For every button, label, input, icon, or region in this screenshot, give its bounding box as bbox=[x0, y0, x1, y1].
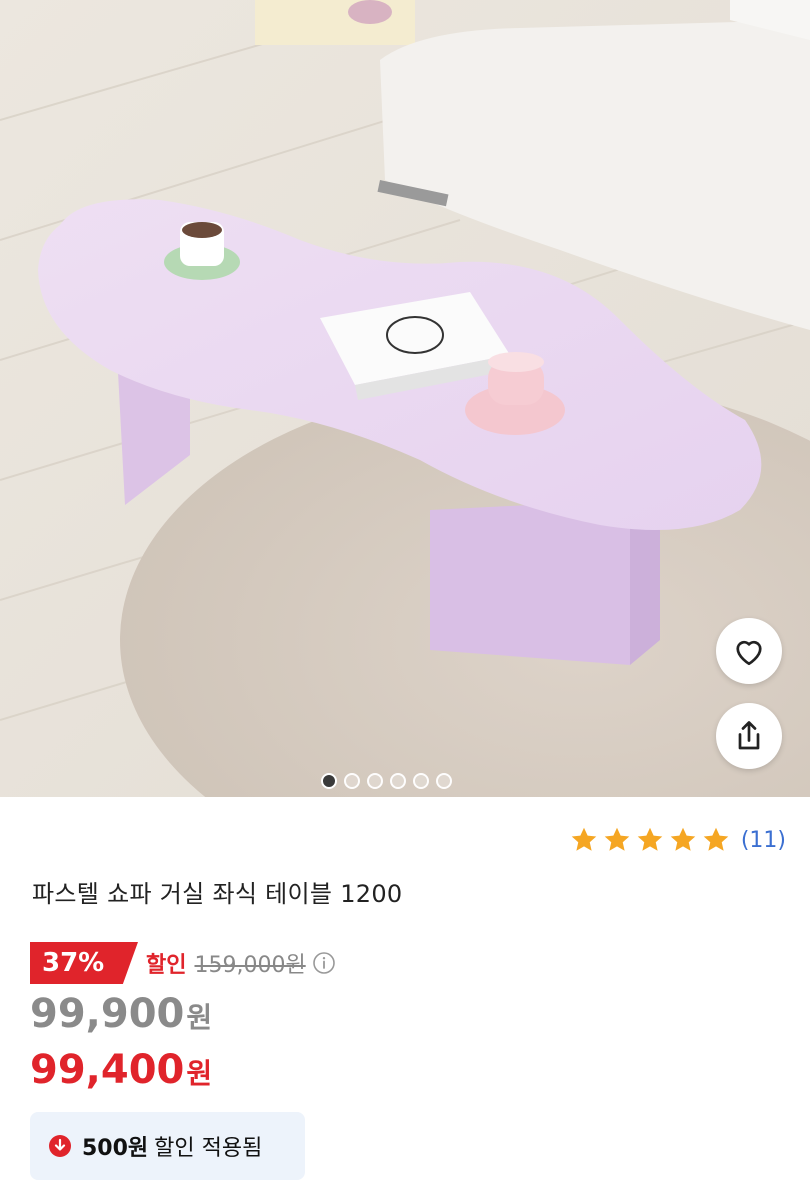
star-icon bbox=[701, 825, 731, 855]
star-icon bbox=[569, 825, 599, 855]
star-rating bbox=[569, 825, 731, 855]
final-price: 99,400 원 bbox=[30, 1047, 212, 1093]
like-button[interactable] bbox=[716, 618, 782, 684]
heart-icon bbox=[736, 640, 762, 666]
gallery-dot[interactable] bbox=[344, 773, 360, 789]
gallery-dot[interactable] bbox=[367, 773, 383, 789]
coupon-amount: 500원 bbox=[82, 1136, 149, 1161]
list-price-unit: 원 bbox=[186, 1001, 213, 1034]
gallery-dot[interactable] bbox=[413, 773, 429, 789]
rating[interactable]: (11) bbox=[569, 825, 786, 855]
star-icon bbox=[602, 825, 632, 855]
star-icon bbox=[668, 825, 698, 855]
final-price-amount: 99,400 bbox=[30, 1047, 185, 1093]
discount-label: 할인 bbox=[146, 953, 187, 978]
arrow-down-circle-icon bbox=[49, 1135, 71, 1157]
list-price-amount: 99,900 bbox=[30, 991, 185, 1037]
list-price: 99,900 원 bbox=[30, 991, 212, 1037]
product-title: 파스텔 쇼파 거실 좌식 테이블 1200 bbox=[32, 880, 403, 908]
final-price-unit: 원 bbox=[186, 1057, 213, 1090]
share-button[interactable] bbox=[716, 703, 782, 769]
coupon-text: 할인 적용됨 bbox=[154, 1136, 263, 1161]
gallery-dot[interactable] bbox=[436, 773, 452, 789]
product-photo bbox=[0, 0, 810, 797]
gallery-dot[interactable] bbox=[321, 773, 337, 789]
discount-row: 37% 할인 159,000원 bbox=[30, 942, 336, 984]
share-icon bbox=[738, 721, 760, 750]
discount-badge: 37% bbox=[30, 942, 138, 984]
gallery-dot[interactable] bbox=[390, 773, 406, 789]
original-price: 159,000원 bbox=[194, 953, 306, 978]
gallery-pagination bbox=[321, 773, 452, 789]
review-count[interactable]: (11) bbox=[741, 828, 786, 853]
coupon-applied-box[interactable]: 500원 할인 적용됨 bbox=[30, 1112, 305, 1180]
star-icon bbox=[635, 825, 665, 855]
info-icon[interactable] bbox=[312, 951, 336, 975]
product-image[interactable] bbox=[0, 0, 810, 797]
